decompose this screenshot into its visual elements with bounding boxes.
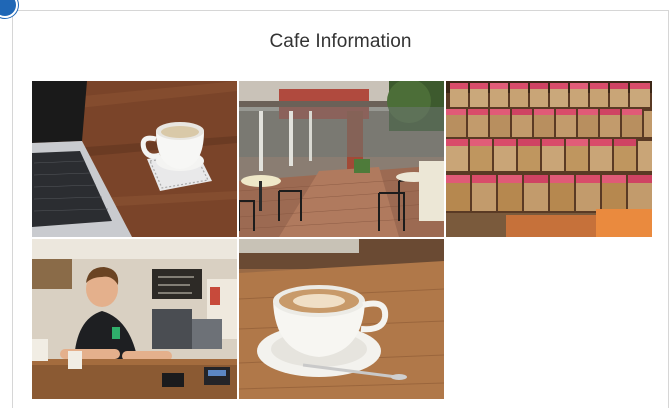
coffee-bags-image [446, 81, 652, 237]
page-title: Cafe Information [269, 31, 412, 52]
barista-counter-image [32, 239, 237, 399]
photo-latte-cup[interactable] [239, 239, 444, 399]
photo-courtyard-patio[interactable] [239, 81, 444, 237]
photo-laptop-coffee[interactable] [32, 81, 237, 237]
photo-barista-counter[interactable] [32, 239, 237, 399]
latte-cup-image [239, 239, 444, 399]
courtyard-patio-image [239, 81, 444, 237]
laptop-coffee-image [32, 81, 237, 237]
photo-coffee-bags[interactable] [446, 81, 652, 237]
cafe-information-card: Cafe Information [12, 10, 669, 408]
